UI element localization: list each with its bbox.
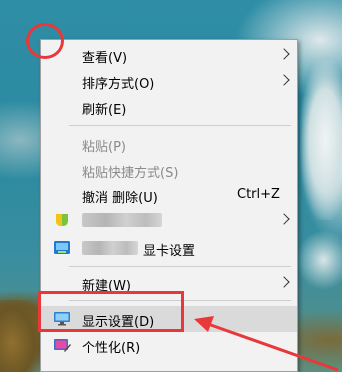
menu-separator xyxy=(69,266,291,267)
wave-foam xyxy=(300,60,342,220)
menu-item-label: 刷新(E) xyxy=(82,103,127,118)
menu-item-sort-by[interactable]: 排序方式(O) xyxy=(41,69,297,93)
menu-item-view[interactable]: 查看(V) xyxy=(41,43,297,67)
menu-item-refresh[interactable]: 刷新(E) xyxy=(41,95,297,119)
menu-item-label: 显卡设置 xyxy=(143,244,196,259)
blurred-label xyxy=(82,213,162,227)
chevron-right-icon xyxy=(278,276,290,288)
annotation-highlight-box xyxy=(38,291,184,332)
menu-item-label: 粘贴(P) xyxy=(82,140,126,155)
blurred-label xyxy=(82,241,138,255)
menu-item-label: 撤消 删除(U) xyxy=(82,191,158,206)
annotation-arrow xyxy=(194,316,339,372)
menu-item-label: 个性化(R) xyxy=(82,341,141,356)
personalize-icon xyxy=(54,339,71,352)
annotation-circle xyxy=(26,23,64,59)
graphics-settings-icon xyxy=(54,241,70,254)
menu-item-paste[interactable]: 粘贴(P) xyxy=(41,132,297,156)
shore-rock xyxy=(0,300,40,372)
menu-item-app-extension[interactable] xyxy=(41,208,297,232)
menu-item-label: 排序方式(O) xyxy=(82,77,155,92)
menu-item-label: 查看(V) xyxy=(82,51,128,66)
chevron-right-icon xyxy=(278,48,290,60)
chevron-right-icon xyxy=(278,213,290,225)
menu-item-paste-shortcut[interactable]: 粘贴快捷方式(S) xyxy=(41,158,297,182)
menu-item-label: 粘贴快捷方式(S) xyxy=(82,166,179,181)
menu-item-shortcut: Ctrl+Z xyxy=(237,187,280,202)
chevron-right-icon xyxy=(278,74,290,86)
menu-item-graphics-settings[interactable]: 显卡设置 xyxy=(41,236,297,260)
wave-foam xyxy=(296,230,342,290)
menu-separator xyxy=(69,125,291,126)
menu-item-undo-delete[interactable]: 撤消 删除(U) Ctrl+Z xyxy=(41,183,297,207)
green-app-icon xyxy=(56,214,68,226)
